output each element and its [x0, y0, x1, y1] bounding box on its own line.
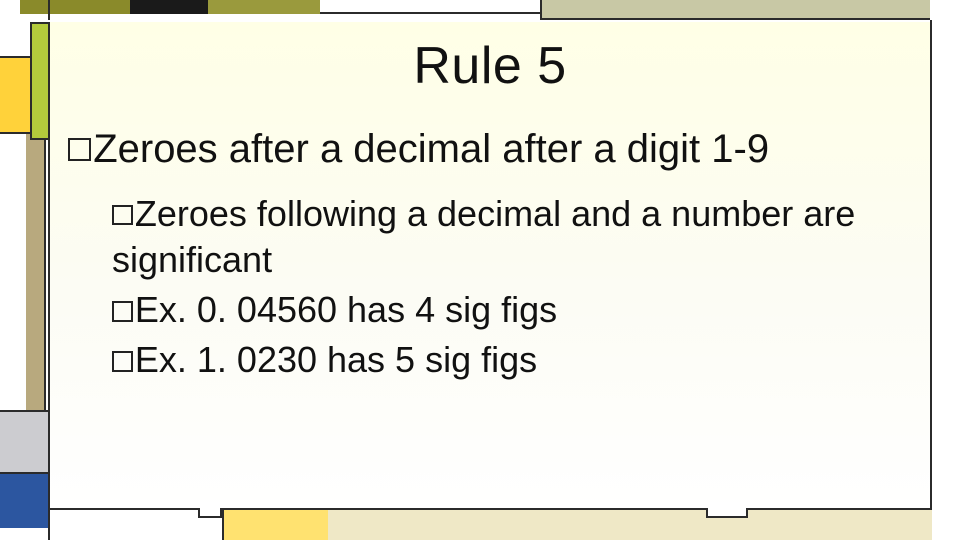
frame-block [328, 510, 932, 540]
square-bullet-icon [112, 351, 133, 372]
bullet-level-2: Zeroes following a decimal and a number … [112, 191, 910, 283]
sub-bullet-list: Zeroes following a decimal and a number … [112, 191, 910, 383]
sub-bullet-text: Ex. 0. 04560 has 4 sig figs [135, 289, 557, 330]
slide-stage: Rule 5 Zeroes after a decimal after a di… [0, 0, 960, 540]
frame-block [222, 510, 328, 540]
square-bullet-icon [112, 205, 133, 226]
frame-block [208, 0, 320, 14]
frame-line [48, 0, 50, 20]
frame-line [320, 12, 542, 14]
bullet-level-1: Zeroes after a decimal after a digit 1-9 [68, 126, 912, 173]
frame-block [26, 134, 46, 410]
frame-block [0, 412, 48, 472]
bullet-level-2: Ex. 1. 0230 has 5 sig figs [112, 337, 910, 383]
bullet-level-2: Ex. 0. 04560 has 4 sig figs [112, 287, 910, 333]
sub-bullet-text: Ex. 1. 0230 has 5 sig figs [135, 339, 537, 380]
slide-panel: Rule 5 Zeroes after a decimal after a di… [50, 22, 930, 508]
frame-block [130, 0, 208, 14]
sub-bullet-text: Zeroes following a decimal and a number … [112, 193, 855, 280]
square-bullet-icon [112, 301, 133, 322]
frame-block [20, 0, 130, 14]
bullet-text: Zeroes after a decimal after a digit 1-9 [93, 127, 769, 171]
frame-block [0, 472, 48, 528]
slide-title: Rule 5 [50, 36, 930, 96]
frame-block [540, 0, 930, 20]
frame-line [930, 20, 932, 508]
square-bullet-icon [68, 138, 91, 161]
